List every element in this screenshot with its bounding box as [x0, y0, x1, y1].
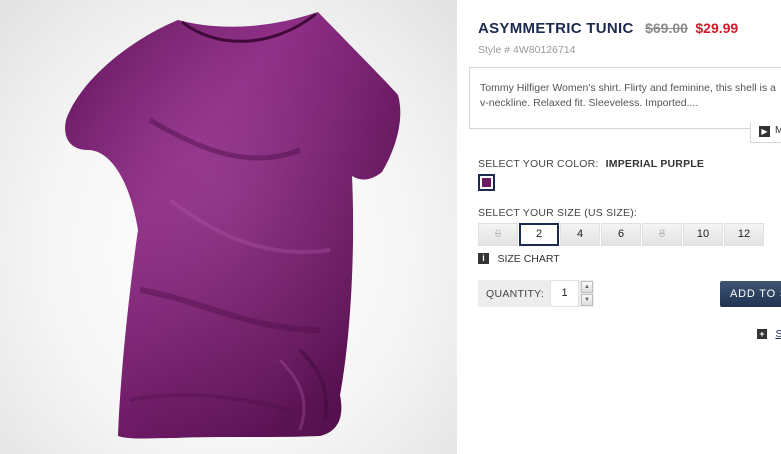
description-line-1: Tommy Hilfiger Women's shirt. Flirty and…: [480, 82, 776, 94]
size-option-8: 8: [642, 223, 682, 246]
size-option-2[interactable]: 2: [519, 223, 559, 246]
plus-icon: +: [757, 328, 767, 339]
size-option-0: 0: [478, 223, 518, 246]
size-selector-label: SELECT YOUR SIZE (US SIZE):: [478, 207, 638, 219]
size-chart-link[interactable]: i SIZE CHART: [478, 250, 560, 268]
size-option-10[interactable]: 10: [683, 223, 723, 246]
size-option-12[interactable]: 12: [724, 223, 764, 246]
product-image: [0, 0, 457, 454]
save-link-label: S: [775, 327, 781, 340]
product-details: ASYMMETRIC TUNIC $69.00 $29.99 Style # 4…: [457, 0, 781, 454]
more-description-button[interactable]: ▶ M: [750, 122, 781, 143]
description-line-2: v-neckline. Relaxed fit. Sleeveless. Imp…: [480, 97, 699, 109]
style-number: Style # 4W80126714: [478, 44, 576, 56]
chevron-down-icon[interactable]: ▼: [581, 294, 593, 306]
product-title: ASYMMETRIC TUNIC: [478, 20, 634, 37]
size-option-4[interactable]: 4: [560, 223, 600, 246]
quantity-label: QUANTITY:: [486, 288, 545, 300]
color-swatch-imperial-purple[interactable]: [478, 174, 495, 191]
swatch-fill: [482, 178, 491, 187]
title-row: ASYMMETRIC TUNIC $69.00 $29.99: [478, 20, 738, 38]
chevron-up-icon[interactable]: ▲: [581, 281, 593, 293]
quantity-input[interactable]: 1: [550, 280, 579, 307]
description-box: Tommy Hilfiger Women's shirt. Flirty and…: [469, 67, 781, 129]
size-chart-label: SIZE CHART: [497, 252, 560, 265]
save-link[interactable]: + S: [757, 325, 781, 343]
size-option-6[interactable]: 6: [601, 223, 641, 246]
info-icon: i: [478, 253, 489, 265]
color-selector-label: SELECT YOUR COLOR: IMPERIAL PURPLE: [478, 158, 704, 170]
more-label: M: [775, 125, 781, 136]
selected-color-name: IMPERIAL PURPLE: [605, 158, 705, 170]
original-price: $69.00: [645, 20, 688, 36]
color-label-text: SELECT YOUR COLOR:: [478, 158, 599, 170]
chevron-right-icon: ▶: [759, 126, 770, 137]
description-text: Tommy Hilfiger Women's shirt. Flirty and…: [480, 81, 781, 111]
sale-price: $29.99: [695, 20, 739, 36]
add-to-bag-button[interactable]: ADD TO S: [720, 281, 781, 307]
quantity-stepper: QUANTITY: 1 ▲ ▼: [478, 280, 594, 307]
